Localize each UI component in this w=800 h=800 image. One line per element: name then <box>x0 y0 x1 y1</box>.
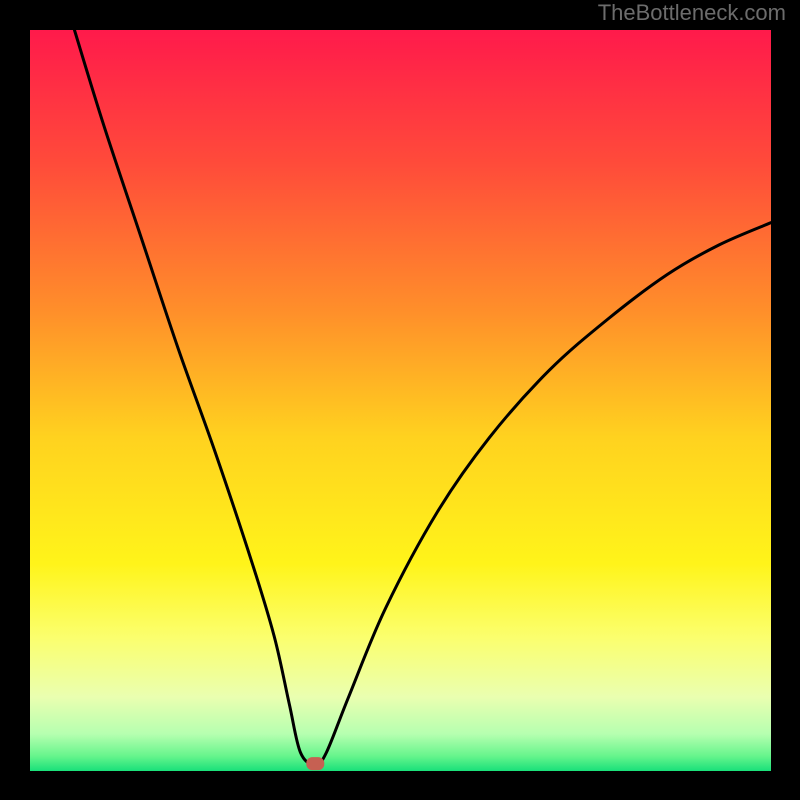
gradient-background <box>30 30 771 771</box>
watermark-text: TheBottleneck.com <box>598 0 786 26</box>
minimum-marker <box>306 757 324 770</box>
plot-area <box>30 30 771 771</box>
chart-container: TheBottleneck.com <box>0 0 800 800</box>
chart-svg <box>30 30 771 771</box>
